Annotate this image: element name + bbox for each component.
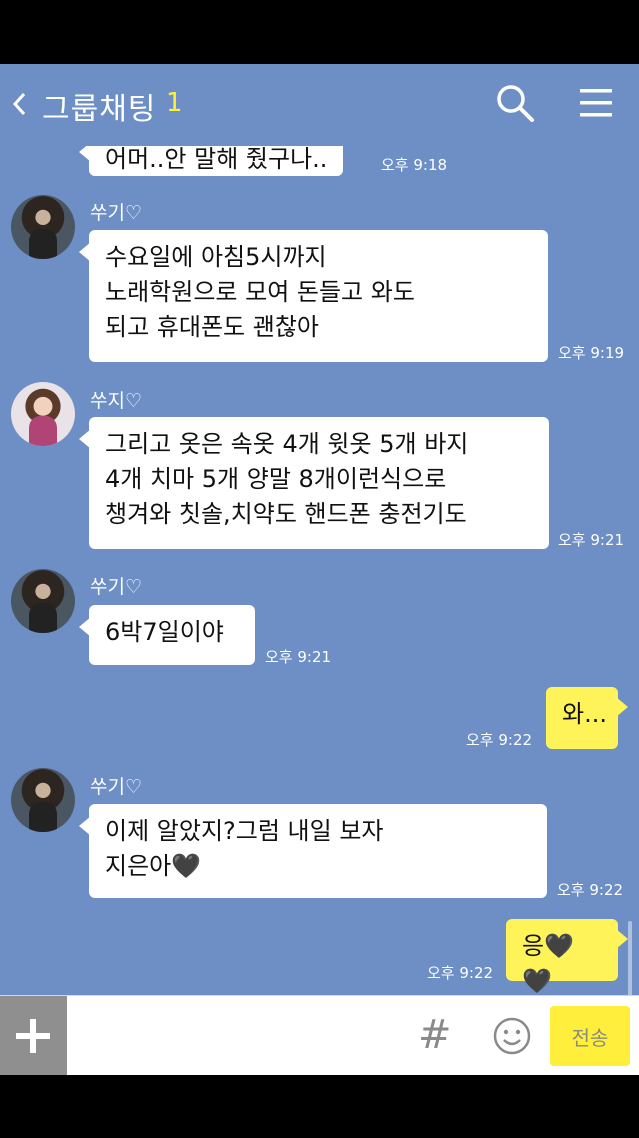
chat-header: 그룹채팅 1 bbox=[0, 64, 639, 146]
avatar[interactable] bbox=[11, 768, 75, 832]
menu-icon[interactable] bbox=[576, 84, 616, 122]
message-time: 오후 9:22 bbox=[557, 881, 624, 899]
heart-icon: ♡ bbox=[124, 390, 143, 412]
message-time: 오후 9:19 bbox=[558, 344, 625, 362]
back-chevron-icon[interactable] bbox=[8, 88, 30, 120]
search-icon[interactable] bbox=[494, 82, 536, 124]
navigation-bar bbox=[0, 1075, 639, 1138]
sender-name: 쑤기♡ bbox=[90, 576, 143, 598]
scrollbar[interactable] bbox=[628, 921, 632, 995]
my-message-bubble[interactable]: 응🖤🖤 bbox=[506, 919, 628, 995]
sender-name: 쑤지♡ bbox=[90, 390, 143, 412]
heart-icon: ♡ bbox=[124, 576, 143, 598]
input-bar: # 전송 bbox=[0, 995, 639, 1076]
avatar[interactable] bbox=[11, 195, 75, 259]
message-time: 오후 9:21 bbox=[558, 531, 625, 549]
message-time: 오후 9:22 bbox=[427, 964, 494, 982]
attach-plus-button[interactable] bbox=[0, 996, 67, 1076]
avatar[interactable] bbox=[11, 382, 75, 446]
emoji-icon[interactable] bbox=[492, 1016, 532, 1056]
send-button[interactable]: 전송 bbox=[550, 1006, 630, 1066]
message-time: 오후 9:21 bbox=[265, 648, 332, 666]
message-time: 오후 9:22 bbox=[466, 731, 533, 749]
message-input[interactable] bbox=[80, 1004, 410, 1066]
heart-icon: ♡ bbox=[124, 202, 143, 224]
sender-name: 쑤기♡ bbox=[90, 202, 143, 224]
heart-icon: ♡ bbox=[124, 776, 143, 798]
sender-name: 쑤기♡ bbox=[90, 776, 143, 798]
message-bubble[interactable]: 이제 알았지?그럼 내일 보자 지은아🖤 bbox=[79, 804, 547, 898]
status-bar bbox=[0, 0, 639, 64]
chat-title: 그룹채팅 bbox=[42, 92, 157, 127]
hashtag-icon[interactable]: # bbox=[418, 1012, 452, 1058]
message-bubble[interactable]: 어머..안 말해 줬구나.. bbox=[78, 146, 344, 176]
chat-area[interactable]: 어머..안 말해 줬구나.. 오후 9:18 쑤기♡ 수요일에 아침5시까지 노… bbox=[0, 146, 639, 995]
message-time: 오후 9:18 bbox=[381, 156, 448, 174]
member-count: 1 bbox=[166, 88, 183, 118]
message-bubble[interactable]: 6박7일이야 bbox=[79, 605, 255, 665]
message-bubble[interactable]: 수요일에 아침5시까지 노래학원으로 모여 돈들고 와도 되고 휴대폰도 괜찮아 bbox=[79, 230, 548, 362]
my-message-bubble[interactable]: 와... bbox=[546, 687, 628, 749]
avatar[interactable] bbox=[11, 569, 75, 633]
message-bubble[interactable]: 그리고 옷은 속옷 4개 윗옷 5개 바지 4개 치마 5개 양말 8개이런식으… bbox=[79, 417, 549, 549]
